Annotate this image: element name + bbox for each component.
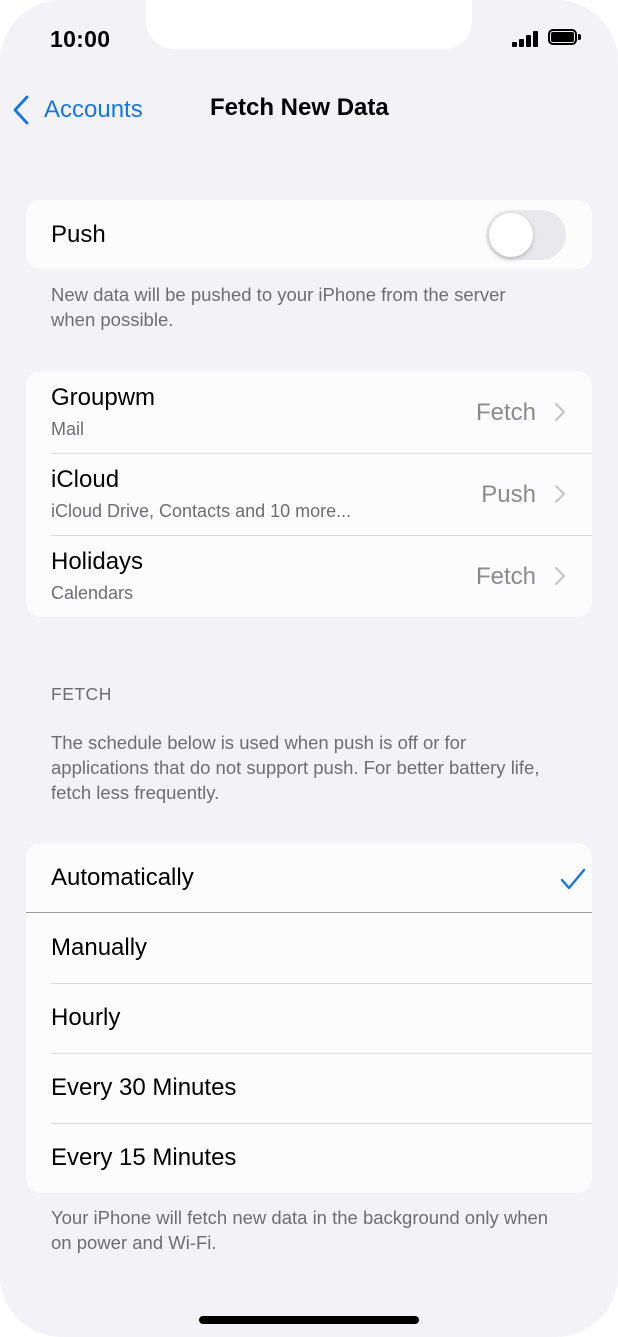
- account-row-icloud[interactable]: iCloud iCloud Drive, Contacts and 10 mor…: [26, 453, 592, 535]
- fetch-option-label: Every 30 Minutes: [51, 1074, 237, 1101]
- fetch-section-header: FETCH: [51, 684, 112, 704]
- account-detail: iCloud Drive, Contacts and 10 more...: [51, 501, 352, 521]
- phone-screen: 10:00 Accounts Fetch New Data Push New d…: [0, 0, 618, 1337]
- battery-icon: [548, 29, 582, 47]
- page-title: Fetch New Data: [210, 94, 389, 121]
- account-name: Holidays: [51, 548, 144, 575]
- fetch-option-every-15-minutes[interactable]: Every 15 Minutes: [26, 1123, 592, 1193]
- fetch-option-label: Every 15 Minutes: [51, 1144, 237, 1171]
- account-row-holidays[interactable]: Holidays Calendars Fetch: [26, 535, 592, 617]
- account-row-groupwm[interactable]: Groupwm Mail Fetch: [26, 371, 592, 453]
- account-detail: Calendars: [51, 583, 134, 603]
- fetch-option-manually[interactable]: Manually: [26, 913, 592, 983]
- account-mode: Fetch: [475, 399, 536, 426]
- fetch-option-label: Automatically: [51, 864, 194, 891]
- fetch-options-group: Automatically Manually Hourly Every 30 M…: [26, 843, 592, 1193]
- fetch-description: The schedule below is used when push is …: [51, 732, 540, 803]
- account-name: iCloud: [51, 466, 120, 493]
- push-footer: New data will be pushed to your iPhone f…: [51, 284, 506, 330]
- back-button-label: Accounts: [44, 96, 143, 123]
- chevron-right-icon: [555, 485, 565, 503]
- fetch-option-every-30-minutes[interactable]: Every 30 Minutes: [26, 1053, 592, 1123]
- fetch-option-label: Manually: [51, 934, 148, 961]
- fetch-option-automatically[interactable]: Automatically: [26, 843, 592, 913]
- push-toggle[interactable]: [486, 210, 566, 260]
- status-time: 10:00: [50, 26, 111, 52]
- push-group: Push: [26, 200, 592, 269]
- back-button[interactable]: Accounts: [12, 92, 143, 128]
- checkmark-icon: [560, 868, 586, 890]
- fetch-option-label: Hourly: [51, 1004, 121, 1031]
- fetch-option-hourly[interactable]: Hourly: [26, 983, 592, 1053]
- push-label: Push: [51, 221, 106, 248]
- fetch-footer: Your iPhone will fetch new data in the b…: [51, 1207, 549, 1253]
- cellular-signal-icon: [512, 31, 542, 47]
- chevron-right-icon: [555, 567, 565, 585]
- account-name: Groupwm: [51, 384, 156, 411]
- push-row: Push: [26, 200, 592, 269]
- home-indicator[interactable]: [199, 1316, 419, 1324]
- account-detail: Mail: [51, 419, 85, 439]
- account-mode: Push: [481, 481, 536, 508]
- accounts-group: Groupwm Mail Fetch iCloud iCloud Drive, …: [26, 371, 592, 617]
- account-mode: Fetch: [475, 563, 536, 590]
- chevron-left-icon: [13, 95, 29, 125]
- notch: [146, 0, 472, 49]
- toggle-knob: [489, 213, 533, 257]
- chevron-right-icon: [555, 403, 565, 421]
